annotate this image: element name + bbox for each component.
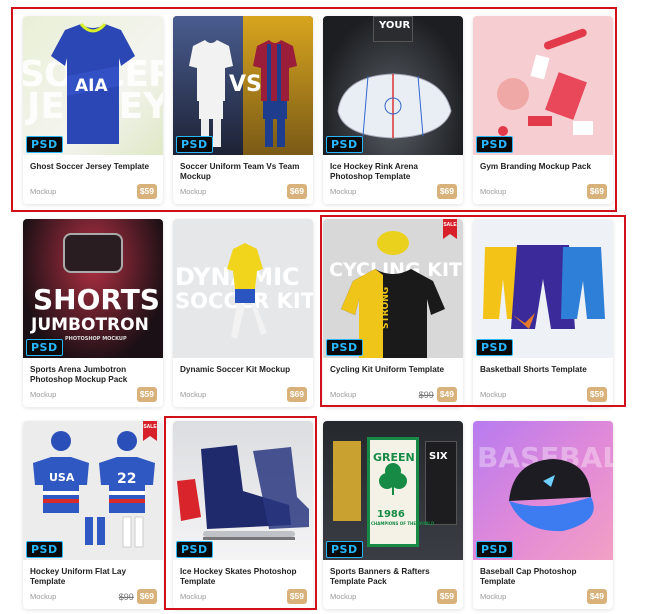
shorts-image — [483, 245, 605, 329]
psd-badge: PSD — [476, 541, 513, 558]
product-category[interactable]: Mockup — [330, 390, 356, 399]
product-title[interactable]: Ice Hockey Rink Arena Photoshop Template — [330, 162, 456, 182]
product-thumbnail[interactable]: BASEBALL PSD — [473, 421, 613, 560]
gym-branding-image — [497, 28, 593, 136]
price-badge: $49 — [436, 387, 457, 402]
product-card[interactable]: PSD Basketball Shorts Template Mockup $5… — [473, 219, 613, 407]
price-badge: $69 — [586, 184, 607, 199]
product-title[interactable]: Sports Banners & Rafters Template Pack — [330, 567, 456, 587]
price-badge: $59 — [136, 387, 157, 402]
product-category[interactable]: Mockup — [30, 592, 56, 601]
thumb-text: AIA — [75, 76, 108, 96]
product-card[interactable]: PSD Ice Hockey Skates Photoshop Template… — [173, 421, 313, 609]
psd-badge: PSD — [26, 136, 63, 153]
product-card[interactable]: CYCLING KIT STRONG SALE PSD Cycling Kit … — [323, 219, 463, 407]
product-thumbnail[interactable]: SHORTS JUMBOTRON PHOTOSHOP MOCKUP PSD — [23, 219, 163, 358]
thumb-text: USA — [49, 471, 75, 484]
product-thumbnail[interactable]: SOCCER JERSEY AIA PSD — [23, 16, 163, 155]
product-thumbnail[interactable]: PSD — [473, 16, 613, 155]
product-thumbnail[interactable]: PSD — [473, 219, 613, 358]
product-category[interactable]: Mockup — [180, 592, 206, 601]
product-thumbnail[interactable]: USA 22 SALE PSD — [23, 421, 163, 560]
product-thumbnail[interactable]: DYNAMIC SOCCER KIT — [173, 219, 313, 358]
price-badge: $59 — [136, 184, 157, 199]
product-title[interactable]: Basketball Shorts Template — [480, 365, 606, 375]
price-badge: $69 — [286, 387, 307, 402]
product-title[interactable]: Dynamic Soccer Kit Mockup — [180, 365, 306, 375]
product-title[interactable]: Sports Arena Jumbotron Photoshop Mockup … — [30, 365, 156, 385]
price-badge: $69 — [286, 184, 307, 199]
product-thumbnail[interactable]: VS PSD — [173, 16, 313, 155]
product-category[interactable]: Mockup — [180, 390, 206, 399]
cycling-jersey-image — [341, 231, 445, 358]
product-title[interactable]: Hockey Uniform Flat Lay Template — [30, 567, 156, 587]
product-category[interactable]: Mockup — [30, 187, 56, 196]
price-badge: $69 — [436, 184, 457, 199]
product-title[interactable]: Ice Hockey Skates Photoshop Template — [180, 567, 306, 587]
thumb-text: JUMBOTRON — [31, 315, 149, 335]
psd-badge: PSD — [326, 541, 363, 558]
price-badge: $59 — [286, 589, 307, 604]
old-price: $99 — [118, 591, 134, 602]
psd-badge: PSD — [176, 136, 213, 153]
product-title[interactable]: Gym Branding Mockup Pack — [480, 162, 606, 172]
product-title[interactable]: Ghost Soccer Jersey Template — [30, 162, 156, 172]
product-category[interactable]: Mockup — [480, 592, 506, 601]
product-thumbnail[interactable]: YOUR PSD — [323, 16, 463, 155]
rink-image — [337, 73, 452, 139]
price-badge: $59 — [436, 589, 457, 604]
product-category[interactable]: Mockup — [480, 390, 506, 399]
psd-badge: PSD — [326, 136, 363, 153]
product-category[interactable]: Mockup — [30, 390, 56, 399]
product-category[interactable]: Mockup — [480, 187, 506, 196]
psd-badge: PSD — [26, 339, 63, 356]
price-badge: $69 — [136, 589, 157, 604]
psd-badge: PSD — [326, 339, 363, 356]
product-card[interactable]: BASEBALL PSD Baseball Cap Photoshop Temp… — [473, 421, 613, 609]
old-price: $99 — [418, 389, 434, 400]
thumb-text: VS — [229, 72, 262, 97]
cap-image — [509, 459, 594, 532]
product-category[interactable]: Mockup — [330, 592, 356, 601]
psd-badge: PSD — [476, 136, 513, 153]
psd-badge: PSD — [176, 541, 213, 558]
product-card[interactable]: VS PSD Soccer Uniform Team Vs Team Mocku… — [173, 16, 313, 204]
player-image — [227, 243, 267, 339]
product-thumbnail[interactable]: PSD — [173, 421, 313, 560]
product-card[interactable]: GREEN 1986 CHAMPIONS OF THE WORLD SIX PS… — [323, 421, 463, 609]
product-category[interactable]: Mockup — [180, 187, 206, 196]
product-category[interactable]: Mockup — [330, 187, 356, 196]
product-thumbnail[interactable]: CYCLING KIT STRONG SALE PSD — [323, 219, 463, 358]
skates-image — [177, 445, 309, 540]
product-thumbnail[interactable]: GREEN 1986 CHAMPIONS OF THE WORLD SIX PS… — [323, 421, 463, 560]
clover-icon — [379, 463, 407, 495]
product-title[interactable]: Soccer Uniform Team Vs Team Mockup — [180, 162, 306, 182]
product-card[interactable]: USA 22 SALE PSD Hockey Uniform Flat Lay … — [23, 421, 163, 609]
product-card[interactable]: YOUR PSD Ice Hockey Rink Arena Photoshop… — [323, 16, 463, 204]
hockey-uniform-image — [33, 431, 155, 548]
psd-badge: PSD — [26, 541, 63, 558]
price-badge: $49 — [586, 589, 607, 604]
thumb-text: PHOTOSHOP MOCKUP — [65, 336, 127, 342]
product-title[interactable]: Baseball Cap Photoshop Template — [480, 567, 606, 587]
product-card[interactable]: PSD Gym Branding Mockup Pack Mockup $69 — [473, 16, 613, 204]
thumb-text: SHORTS — [33, 283, 160, 316]
product-card[interactable]: DYNAMIC SOCCER KIT Dynamic Soccer Kit Mo… — [173, 219, 313, 407]
product-card[interactable]: SOCCER JERSEY AIA PSD Ghost Soccer Jerse… — [23, 16, 163, 204]
product-title[interactable]: Cycling Kit Uniform Template — [330, 365, 456, 375]
thumb-text: STRONG — [381, 286, 391, 329]
product-card[interactable]: SHORTS JUMBOTRON PHOTOSHOP MOCKUP PSD Sp… — [23, 219, 163, 407]
price-badge: $59 — [586, 387, 607, 402]
thumb-text: 22 — [117, 471, 137, 487]
psd-badge: PSD — [476, 339, 513, 356]
